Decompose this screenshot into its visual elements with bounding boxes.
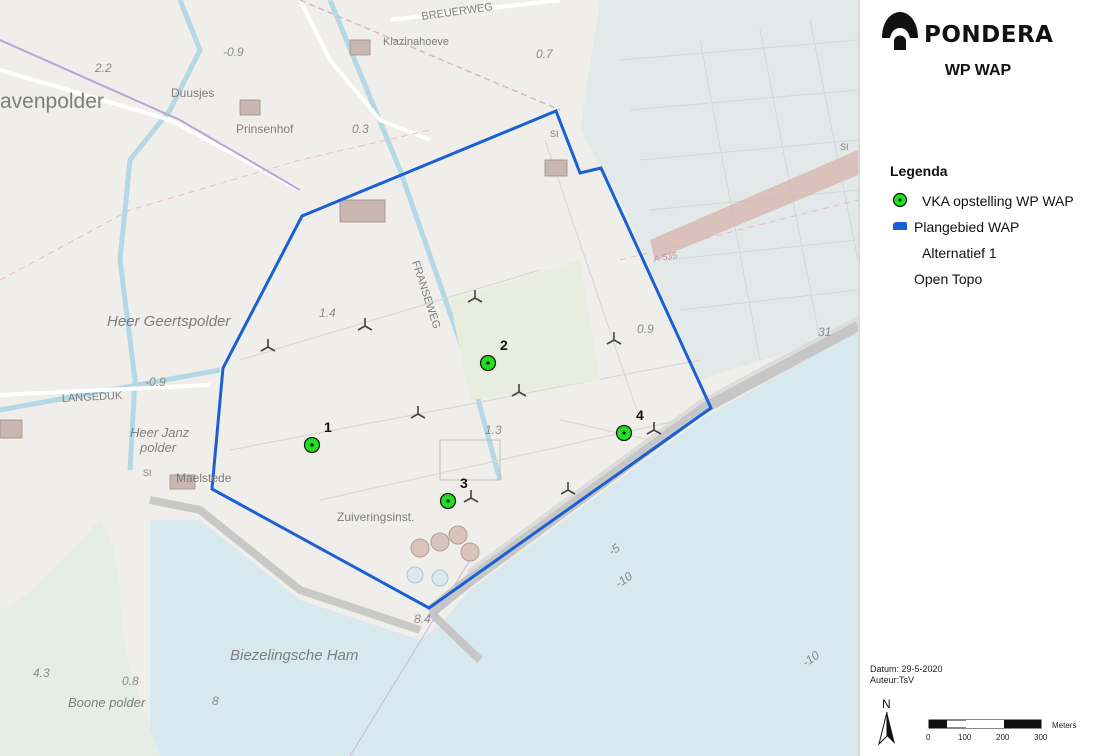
height-label: 1.3 [485, 423, 502, 437]
height-label: -0.9 [223, 45, 244, 59]
brand-name: PONDERA [924, 22, 1054, 48]
height-label: -0.9 [145, 375, 166, 389]
label-si-1: SI [143, 468, 152, 478]
place-label-biezelingsche-ham: Biezelingsche Ham [230, 647, 358, 664]
height-label: 8 [212, 694, 219, 708]
place-label-duusjes: Duusjes [171, 86, 214, 100]
height-label: 0.9 [637, 322, 654, 336]
height-label: 31 [818, 325, 831, 339]
scale-tick-100: 100 [958, 733, 972, 742]
height-label: 0.3 [352, 122, 369, 136]
height-label: 0.7 [536, 47, 554, 61]
pondera-logo: PONDERA [880, 8, 1080, 52]
pondera-logo-icon [882, 12, 918, 50]
scale-tick-300: 300 [1034, 733, 1048, 742]
map-date: Datum: 29-5-2020 [870, 664, 943, 674]
north-label: N [882, 697, 891, 711]
place-label-maelstede: Maelstede [176, 471, 232, 485]
legend-polygon-icon [893, 222, 907, 230]
legend-panel: PONDERA WP WAP Legenda VKA opstelling WP… [860, 0, 1096, 756]
legend-item-plangebied: Plangebied WAP [914, 219, 1020, 235]
legend-item-open-topo: Open Topo [914, 271, 983, 287]
label-si-2: SI [550, 129, 559, 139]
height-label: 8.4 [414, 612, 431, 626]
scale-unit: Meters [1052, 721, 1077, 730]
turbine-2-label: 2 [500, 337, 508, 353]
legend-item-vka: VKA opstelling WP WAP [922, 193, 1074, 209]
scale-tick-200: 200 [996, 733, 1010, 742]
place-label-boone-polder: Boone polder [68, 695, 146, 710]
turbine-4-marker[interactable] [615, 424, 633, 442]
map-title: WP WAP [944, 62, 1012, 79]
legend-green-dot-icon [892, 192, 908, 208]
map-canvas[interactable]: 1 2 3 4 avenpolder Duusjes Prinsenhof Kl… [0, 0, 858, 756]
place-label-vavenpolder: avenpolder [0, 90, 104, 113]
height-label: 4.3 [33, 666, 50, 680]
height-label: 2.2 [94, 61, 112, 75]
height-label: 1.4 [319, 306, 336, 320]
turbine-3-label: 3 [460, 475, 468, 491]
place-label-prinsenhof: Prinsenhof [236, 122, 294, 136]
turbine-4-label: 4 [636, 407, 644, 423]
north-arrow-icon [878, 711, 895, 746]
scale-bar [928, 719, 1042, 729]
turbine-1-label: 1 [324, 419, 332, 435]
legend-item-alternatief: Alternatief 1 [922, 245, 997, 261]
place-label-polder: polder [139, 440, 177, 455]
place-label-heer-janz: Heer Janz [130, 425, 190, 440]
place-label-heer-geertspolder: Heer Geertspolder [107, 313, 231, 330]
turbine-1-marker[interactable] [303, 436, 321, 454]
height-label: 0.8 [122, 674, 139, 688]
place-label-klazinahoeve: Klazinahoeve [383, 36, 449, 48]
turbine-2-marker[interactable] [479, 354, 497, 372]
place-label-zuiveringsinst: Zuiveringsinst. [337, 510, 414, 524]
turbine-3-marker[interactable] [439, 492, 457, 510]
scale-tick-0: 0 [926, 733, 931, 742]
map-author: Auteur:TsV [870, 675, 915, 685]
map-svg: 1 2 3 4 avenpolder Duusjes Prinsenhof Kl… [0, 0, 858, 756]
label-si-3: SI [840, 142, 849, 152]
legend-title: Legenda [890, 163, 948, 179]
